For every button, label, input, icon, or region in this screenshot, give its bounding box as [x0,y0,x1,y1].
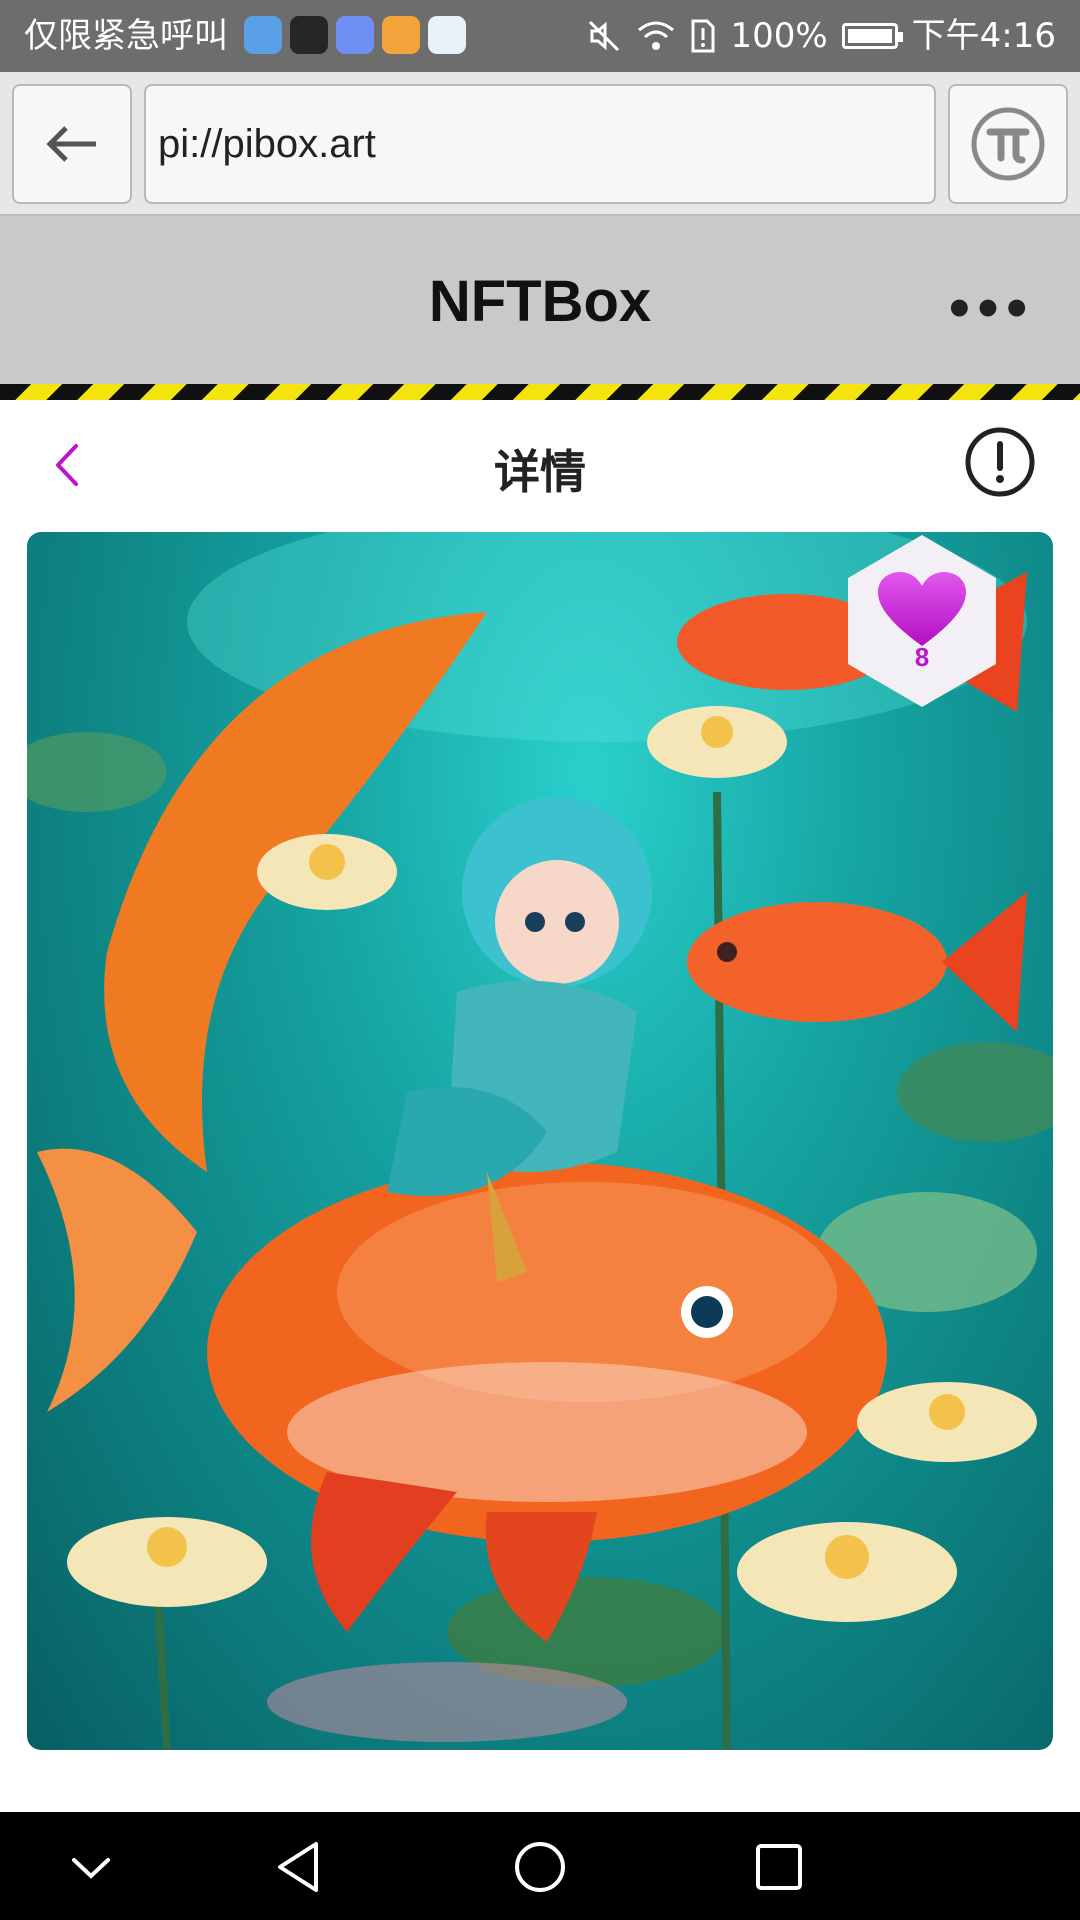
detail-header: 详情 [0,400,1080,532]
chevron-down-icon[interactable] [56,1832,126,1902]
browser-app-icon [244,16,282,54]
wifi-icon [638,21,675,50]
clock: 下午4:16 [911,16,1056,56]
heart-icon [878,571,966,646]
mute-icon [589,20,620,52]
pi-wallet-button[interactable] [948,84,1068,204]
files-app-icon [382,16,420,54]
home-circle-icon[interactable] [505,1832,575,1902]
like-count: 8 [914,641,930,672]
huawei-app-icon [290,16,328,54]
camera-app-icon [428,16,466,54]
arrow-left-icon [46,126,96,162]
battery-icon [841,23,903,49]
url-field[interactable]: pi://pibox.art [144,84,936,204]
system-nav-bar [0,1812,1080,1920]
detail-title: 详情 [494,445,586,499]
recents-square-icon[interactable] [744,1832,814,1902]
browser-back-button[interactable] [12,84,132,204]
music-app-icon [336,16,374,54]
browser-toolbar: pi://pibox.art [0,72,1080,216]
app-title: NFTBox [428,269,652,334]
artwork-illustration [27,532,1053,1750]
battery-percent: 100% [730,16,828,56]
status-bar: 仅限紧急呼叫 100% 下午4:16 [0,0,1080,72]
back-triangle-icon[interactable] [266,1832,336,1902]
nft-artwork-image[interactable] [27,532,1053,1750]
more-options-button[interactable]: ••• [944,282,1032,338]
sim-alert-icon [691,19,715,53]
app-header: NFTBox ••• [0,216,1080,384]
exclamation-circle-icon[interactable] [964,426,1036,498]
pi-coin-icon [971,107,1045,181]
carrier-text: 仅限紧急呼叫 [24,16,228,56]
notification-apps [244,16,466,54]
hazard-stripe-divider [0,384,1080,400]
status-indicators: 100% 下午4:16 [586,14,1056,58]
